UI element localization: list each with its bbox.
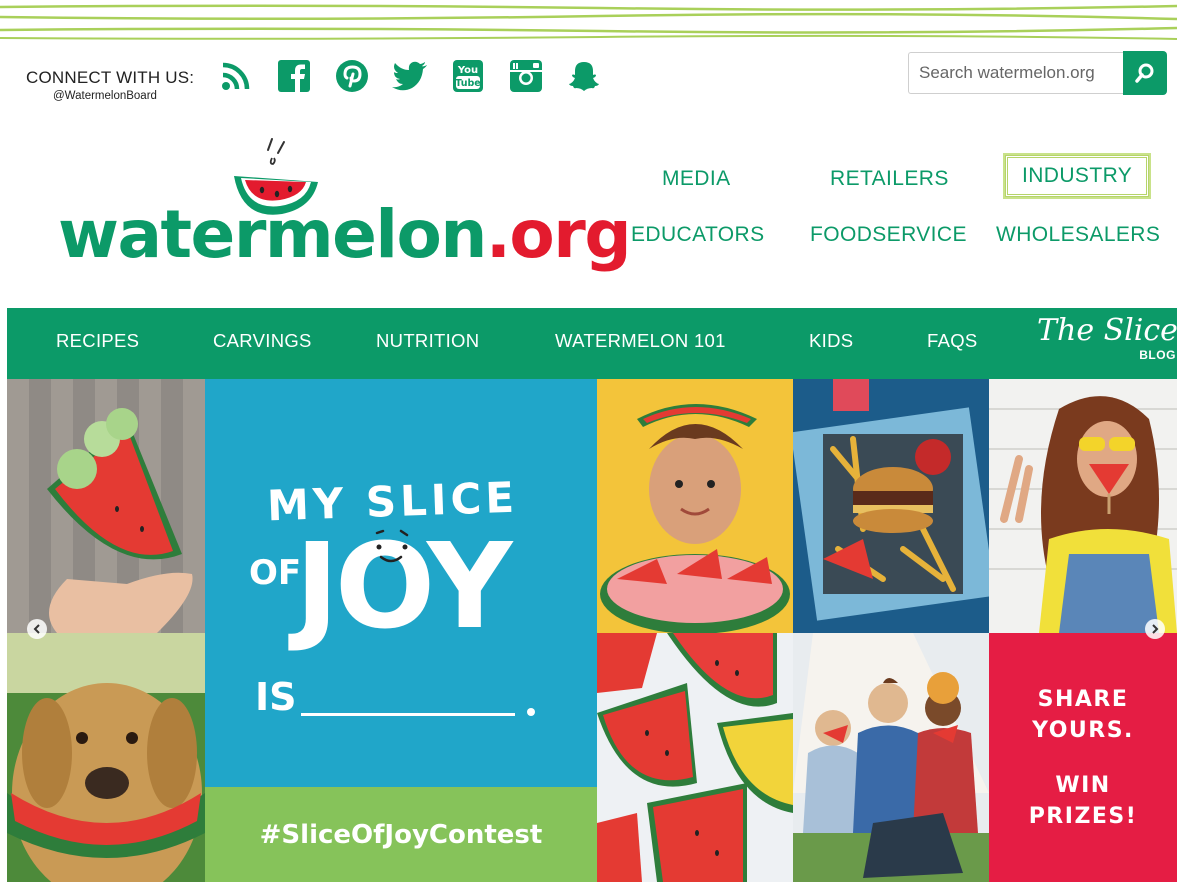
- nav-nutrition[interactable]: NUTRITION: [376, 330, 479, 352]
- nav-foodservice[interactable]: FOODSERVICE: [810, 223, 967, 247]
- photo-woman-with-popsicle: [989, 379, 1177, 633]
- share-prizes-panel[interactable]: SHARE YOURS. WIN PRIZES!: [989, 633, 1177, 882]
- photo-ice-cream-slice: [7, 379, 205, 633]
- contest-title-is: IS: [255, 675, 297, 719]
- nav-industry[interactable]: INDUSTRY: [1002, 153, 1152, 199]
- photo-dog-with-watermelon: [7, 633, 205, 882]
- decorative-stripes: [0, 4, 1177, 40]
- nav-educators[interactable]: EDUCATORS: [631, 223, 765, 247]
- hero-carousel: MY SLICE OF JOY IS #SliceOfJoyContest SH…: [7, 379, 1177, 882]
- share-line3: WIN: [1055, 773, 1111, 798]
- share-line2: YOURS.: [1032, 718, 1134, 743]
- share-line1: SHARE: [1037, 687, 1129, 712]
- nav-wholesalers[interactable]: WHOLESALERS: [996, 223, 1160, 247]
- photo-friends-eating-watermelon: [793, 633, 989, 882]
- search-bar: [908, 51, 1167, 95]
- chevron-right-icon: [1152, 624, 1159, 634]
- connect-label: CONNECT WITH US:: [26, 68, 195, 87]
- main-nav: RECIPES CARVINGS NUTRITION WATERMELON 10…: [7, 308, 1177, 379]
- contest-blank-line: [301, 713, 515, 716]
- nav-retailers[interactable]: RETAILERS: [830, 167, 949, 191]
- facebook-icon[interactable]: [276, 58, 312, 94]
- pinterest-icon[interactable]: [334, 58, 370, 94]
- photo-boy-with-watermelon: [597, 379, 793, 633]
- share-line4: PRIZES!: [1028, 804, 1138, 829]
- nav-watermelon-101[interactable]: WATERMELON 101: [555, 330, 726, 352]
- nav-slice-blog[interactable]: The Slice BLOG: [1037, 313, 1177, 363]
- instagram-icon[interactable]: [508, 58, 544, 94]
- carousel-next-button[interactable]: [1145, 619, 1165, 639]
- connect-block: CONNECT WITH US: @WatermelonBoard: [26, 68, 194, 102]
- search-button[interactable]: [1123, 51, 1167, 95]
- logo-wordmark: watermelon.org: [58, 196, 632, 273]
- slice-blog-script: The Slice: [1037, 313, 1177, 348]
- search-icon: [1135, 63, 1154, 83]
- nav-media[interactable]: MEDIA: [662, 167, 731, 191]
- smiley-face-icon: [375, 529, 409, 563]
- twitter-icon[interactable]: [392, 58, 428, 94]
- search-input[interactable]: [908, 52, 1123, 94]
- nav-faqs[interactable]: FAQS: [927, 330, 978, 352]
- social-icons: You Tube: [218, 58, 602, 94]
- svg-text:Tube: Tube: [455, 78, 480, 89]
- photo-watermelon-slices: [597, 633, 793, 882]
- svg-text:You: You: [457, 65, 478, 76]
- contest-period: [527, 708, 535, 716]
- slice-blog-sub: BLOG: [1139, 348, 1176, 362]
- rss-icon[interactable]: [218, 58, 254, 94]
- contest-panel[interactable]: MY SLICE OF JOY IS: [205, 379, 597, 787]
- carousel-prev-button[interactable]: [27, 619, 47, 639]
- chevron-left-icon: [33, 624, 40, 634]
- photo-burger-and-fries: [793, 379, 989, 633]
- snapchat-icon[interactable]: [566, 58, 602, 94]
- nav-kids[interactable]: KIDS: [809, 330, 853, 352]
- site-logo[interactable]: watermelon.org: [56, 134, 632, 274]
- youtube-icon[interactable]: You Tube: [450, 58, 486, 94]
- nav-recipes[interactable]: RECIPES: [56, 330, 139, 352]
- contest-title-of: OF: [249, 553, 302, 593]
- contest-hashtag[interactable]: #SliceOfJoyContest: [205, 787, 597, 882]
- nav-carvings[interactable]: CARVINGS: [213, 330, 312, 352]
- social-handle: @WatermelonBoard: [53, 90, 157, 102]
